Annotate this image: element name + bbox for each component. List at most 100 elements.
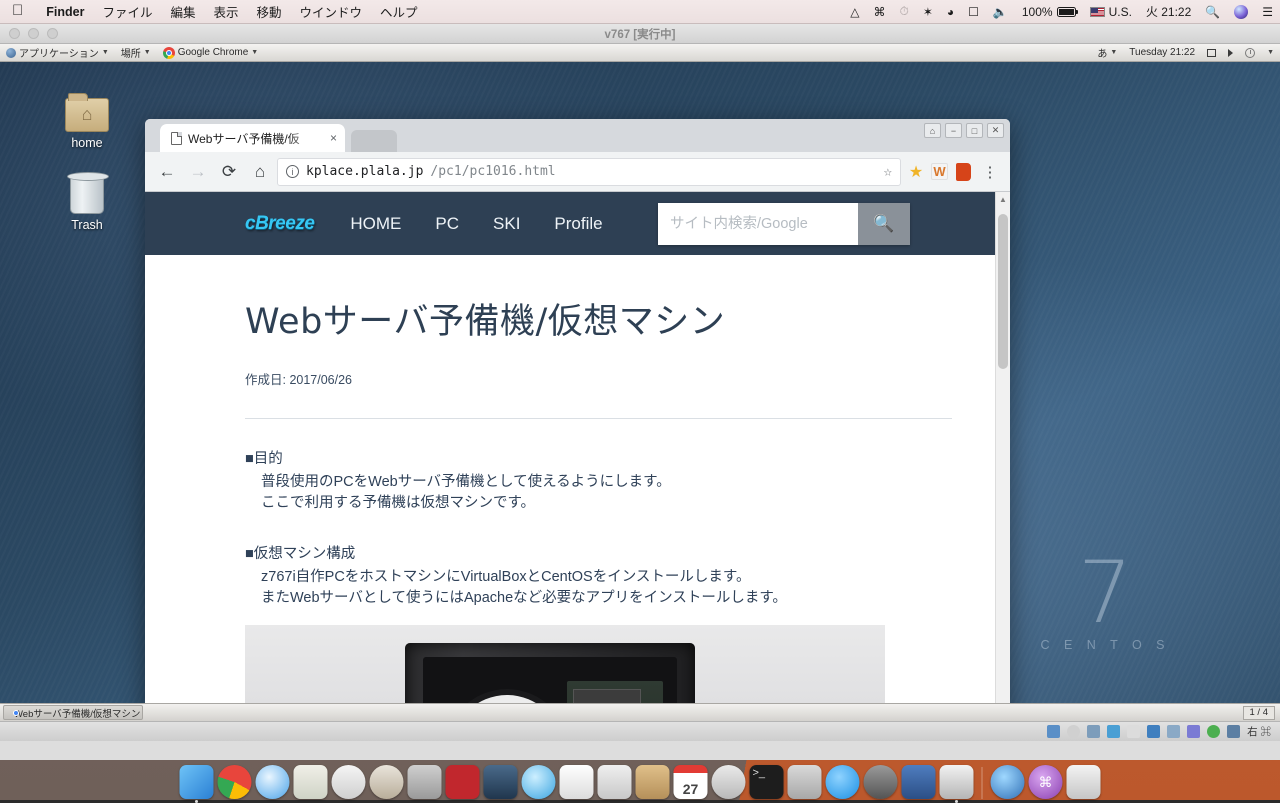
power-icon[interactable] — [1239, 47, 1261, 58]
volume-icon[interactable] — [1222, 48, 1239, 57]
vlc-icon[interactable] — [483, 765, 518, 799]
nav-link-profile[interactable]: Profile — [554, 214, 602, 234]
desktop-icon-home[interactable]: home — [44, 93, 130, 150]
globe-icon[interactable] — [990, 765, 1025, 799]
textedit-icon[interactable] — [559, 765, 594, 799]
chrome-menu-icon[interactable]: ⋮ — [978, 160, 1002, 184]
screenshot-icon[interactable] — [939, 765, 974, 803]
menu-clock[interactable]: 火 21:22 — [1139, 3, 1198, 20]
battery-icon — [1056, 6, 1078, 17]
browser-tab[interactable]: Webサーバ予備機/仮 × — [160, 124, 345, 152]
page-icon — [171, 131, 182, 145]
office-extension-icon[interactable] — [951, 160, 975, 184]
notification-center-icon[interactable]: ☰ — [1255, 5, 1280, 19]
guest-clock[interactable]: Tuesday 21:22 — [1123, 47, 1201, 58]
remote-desktop-icon[interactable] — [521, 765, 556, 799]
numbers-icon[interactable] — [597, 765, 632, 799]
bookmark-star-icon[interactable]: ☆ — [884, 164, 892, 180]
virtualbox-icon[interactable] — [901, 765, 936, 799]
shared-clipboard-icon[interactable] — [1167, 725, 1181, 738]
bluetooth-icon[interactable]: ✶ — [916, 5, 940, 19]
calendar-icon[interactable]: 27 — [673, 765, 708, 799]
usb-icon[interactable] — [1107, 725, 1121, 738]
gimp-icon[interactable] — [369, 765, 404, 799]
launchpad-icon[interactable] — [711, 765, 746, 799]
time-machine-icon[interactable]: ⏱ — [892, 4, 915, 19]
profile-button[interactable]: ⌂ — [924, 123, 941, 138]
applications-menu[interactable]: アプリケーション ▼ — [0, 45, 115, 60]
airplay-icon[interactable]: ☐ — [961, 5, 986, 19]
filezilla-icon[interactable] — [445, 765, 480, 799]
scrollbar-thumb[interactable] — [998, 214, 1008, 369]
new-tab-button[interactable] — [351, 130, 397, 152]
apple-icon[interactable]:  — [12, 3, 23, 18]
back-button[interactable]: ← — [153, 158, 181, 186]
home-button[interactable]: ⌂ — [246, 158, 274, 186]
minimize-icon[interactable] — [1227, 725, 1241, 738]
input-method-indicator[interactable]: あ ▼ — [1091, 45, 1123, 60]
desktop-icon-trash[interactable]: Trash — [44, 172, 130, 232]
address-bar[interactable]: i kplace.plala.jp/pc1/pc1016.html ☆ — [277, 157, 901, 186]
app-store-icon[interactable] — [825, 765, 860, 799]
thunderbird-icon[interactable] — [331, 765, 366, 799]
safari-icon[interactable] — [255, 765, 290, 799]
menu-item-edit[interactable]: 編集 — [161, 2, 204, 21]
reload-button[interactable]: ⟳ — [215, 158, 243, 186]
spotlight-search-icon[interactable]: 🔍 — [1198, 5, 1227, 19]
menu-item-file[interactable]: ファイル — [93, 2, 161, 21]
display-icon[interactable] — [1147, 725, 1161, 738]
star-extension-icon[interactable]: ★ — [904, 160, 928, 184]
menu-item-go[interactable]: 移動 — [248, 2, 291, 21]
battery-status[interactable]: 100% — [1015, 5, 1083, 19]
scroll-up-icon[interactable]: ▲ — [996, 195, 1010, 204]
contacts-icon[interactable] — [635, 765, 670, 799]
preview-icon[interactable] — [293, 765, 328, 799]
panel-menu-caret[interactable]: ▼ — [1261, 49, 1280, 56]
menu-item-view[interactable]: 表示 — [204, 2, 247, 21]
sublime-icon[interactable] — [407, 765, 442, 799]
input-source[interactable]: U.S. — [1083, 5, 1139, 19]
guest-additions-icon[interactable] — [1207, 725, 1221, 738]
page-scrollbar[interactable]: ▲ ▼ — [995, 192, 1010, 703]
volume-icon[interactable]: 🔈 — [986, 5, 1015, 19]
search-input[interactable] — [658, 202, 858, 245]
w-extension-icon[interactable]: W — [931, 163, 948, 180]
network-icon[interactable] — [1087, 725, 1101, 738]
hdd-icon[interactable] — [1047, 725, 1061, 738]
menu-item-window[interactable]: ウインドウ — [291, 2, 372, 21]
siri-icon[interactable] — [1227, 4, 1255, 19]
mouse-capture-icon[interactable] — [1187, 725, 1201, 738]
places-menu[interactable]: 場所 ▼ — [115, 45, 157, 60]
close-icon[interactable]: × — [330, 131, 337, 145]
forward-button[interactable]: → — [184, 158, 212, 186]
command-icon[interactable]: ⌘ — [866, 5, 892, 19]
command-app-icon[interactable]: ⌘ — [1028, 765, 1063, 799]
display-icon[interactable] — [1201, 48, 1222, 57]
disk-utility-icon[interactable] — [787, 765, 822, 799]
minimize-button[interactable]: − — [945, 123, 962, 138]
page-info-icon[interactable]: i — [286, 165, 299, 178]
menu-item-help[interactable]: ヘルプ — [371, 2, 427, 21]
trash-icon[interactable] — [1066, 765, 1101, 799]
site-logo[interactable]: cBreeze — [245, 213, 315, 235]
system-preferences-icon[interactable] — [863, 765, 898, 799]
maximize-button[interactable]: □ — [966, 123, 983, 138]
workspace-indicator[interactable]: 1 / 4 — [1242, 705, 1275, 720]
close-button[interactable]: ✕ — [987, 123, 1004, 138]
nav-link-home[interactable]: HOME — [350, 214, 401, 234]
taskbar-window-button[interactable]: Webサーバ予備機/仮想マシン キー — [3, 705, 143, 720]
chrome-icon[interactable] — [217, 765, 252, 799]
virtualbox-title-bar[interactable]: v767 [実行中] — [0, 24, 1280, 44]
window-menu-chrome[interactable]: Google Chrome ▼ — [157, 46, 265, 59]
shared-folder-icon[interactable] — [1127, 725, 1141, 738]
wifi-icon[interactable]: ◕ — [940, 5, 961, 19]
terminal-icon[interactable]: >_ — [749, 765, 784, 799]
nav-link-pc[interactable]: PC — [435, 214, 459, 234]
google-drive-icon[interactable]: △ — [843, 5, 866, 19]
cd-icon[interactable] — [1067, 725, 1081, 738]
finder-icon[interactable] — [179, 765, 214, 803]
search-button[interactable]: 🔍 — [858, 202, 910, 245]
chrome-window-buttons[interactable]: ⌂ − □ ✕ — [924, 123, 1004, 138]
nav-link-ski[interactable]: SKI — [493, 214, 520, 234]
menu-item-finder[interactable]: Finder — [37, 5, 93, 19]
